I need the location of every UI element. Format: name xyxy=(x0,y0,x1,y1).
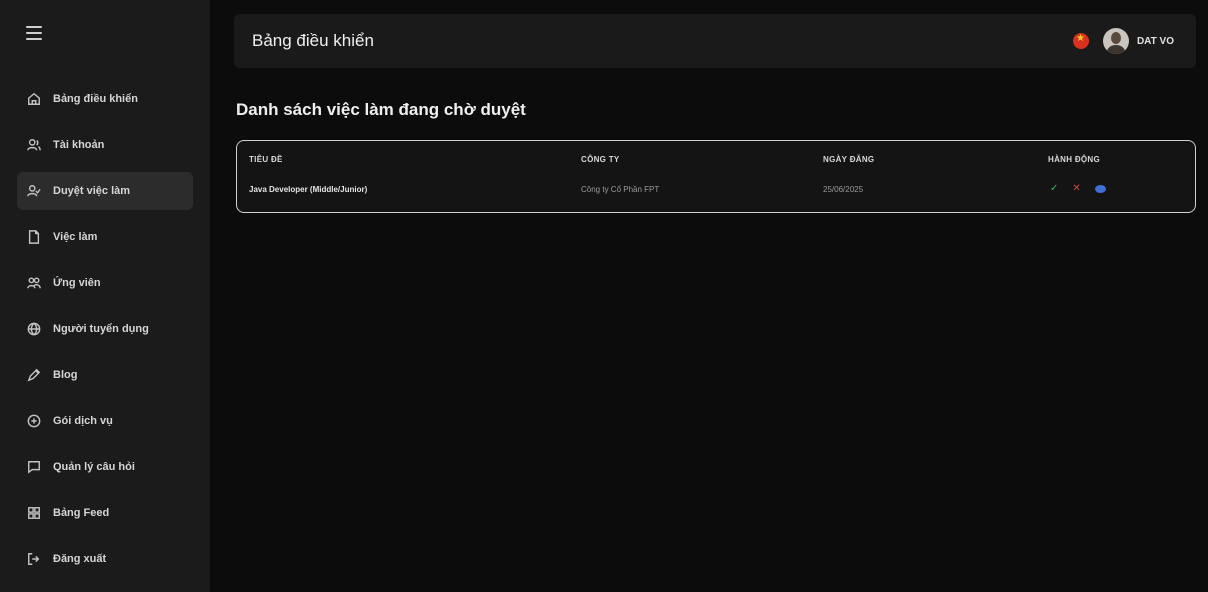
column-header-company: CÔNG TY xyxy=(581,155,620,164)
user-area: DAT VO xyxy=(1072,28,1174,54)
sidebar-item-accounts[interactable]: Tài khoản xyxy=(17,126,193,164)
home-icon xyxy=(27,92,41,106)
column-header-title: TIÊU ĐỀ xyxy=(249,155,283,164)
package-icon xyxy=(27,414,41,428)
username[interactable]: DAT VO xyxy=(1137,36,1174,47)
vietnam-flag-icon[interactable] xyxy=(1072,33,1089,49)
table-row: Java Developer (Middle/Junior) Công ty C… xyxy=(237,180,1195,204)
column-header-date: NGÀY ĐĂNG xyxy=(823,155,875,164)
actions-cell: ✓ ✕ xyxy=(1048,180,1195,204)
sidebar-nav: Bảng điều khiển Tài khoản Duyệt việc làm… xyxy=(0,80,210,578)
job-title-cell: Java Developer (Middle/Junior) xyxy=(249,184,368,194)
view-eye-icon[interactable] xyxy=(1094,185,1106,193)
sidebar-item-questions[interactable]: Quản lý câu hỏi xyxy=(17,448,193,486)
sidebar-item-label: Bảng Feed xyxy=(53,507,110,519)
grid-icon xyxy=(27,506,41,520)
sidebar: Bảng điều khiển Tài khoản Duyệt việc làm… xyxy=(0,0,210,592)
top-bar: Bảng điều khiển DAT VO xyxy=(234,14,1196,68)
sidebar-item-feed[interactable]: Bảng Feed xyxy=(17,494,193,532)
sidebar-item-label: Duyệt việc làm xyxy=(53,185,131,197)
logout-icon xyxy=(27,552,41,566)
sidebar-item-candidates[interactable]: Ứng viên xyxy=(17,264,193,302)
column-header-actions: HÀNH ĐỘNG xyxy=(1048,155,1101,164)
app-shell: Bảng điều khiển Tài khoản Duyệt việc làm… xyxy=(0,0,1208,592)
company-cell: Công ty Cổ Phần FPT xyxy=(581,184,660,194)
users-icon xyxy=(27,138,41,152)
message-icon xyxy=(27,460,41,474)
sidebar-item-dashboard[interactable]: Bảng điều khiển xyxy=(17,80,193,118)
user-group-icon xyxy=(27,276,41,290)
reject-x-icon[interactable]: ✕ xyxy=(1072,184,1080,194)
sidebar-item-label: Ứng viên xyxy=(53,277,101,289)
user-check-icon xyxy=(27,184,41,198)
main-content: Bảng điều khiển DAT VO Danh sách việc là… xyxy=(210,0,1208,592)
date-cell: 25/06/2025 xyxy=(823,184,864,194)
globe-icon xyxy=(27,322,41,336)
sidebar-item-label: Blog xyxy=(53,369,78,381)
sidebar-item-blog[interactable]: Blog xyxy=(17,356,193,394)
sidebar-item-service-packages[interactable]: Gói dịch vụ xyxy=(17,402,193,440)
sidebar-item-recruiters[interactable]: Người tuyển dụng xyxy=(17,310,193,348)
sidebar-item-label: Người tuyển dụng xyxy=(53,323,149,335)
sidebar-item-label: Việc làm xyxy=(53,231,98,243)
pen-icon xyxy=(27,368,41,382)
approve-check-icon[interactable]: ✓ xyxy=(1050,184,1058,194)
sidebar-item-label: Quản lý câu hỏi xyxy=(53,461,135,473)
page-title: Danh sách việc làm đang chờ duyệt xyxy=(236,100,526,119)
avatar[interactable] xyxy=(1102,28,1129,54)
sidebar-item-label: Gói dịch vụ xyxy=(53,415,113,427)
table-header-row: TIÊU ĐỀ CÔNG TY NGÀY ĐĂNG HÀNH ĐỘNG xyxy=(237,151,1195,180)
sidebar-item-job-approval[interactable]: Duyệt việc làm xyxy=(17,172,193,210)
hamburger-menu-icon[interactable] xyxy=(26,26,42,40)
sidebar-item-label: Bảng điều khiển xyxy=(53,93,138,105)
file-icon xyxy=(27,230,41,244)
pending-jobs-table: TIÊU ĐỀ CÔNG TY NGÀY ĐĂNG HÀNH ĐỘNG Java… xyxy=(236,140,1196,213)
sidebar-item-logout[interactable]: Đăng xuất xyxy=(17,540,193,578)
page-header-title: Bảng điều khiển xyxy=(252,31,374,50)
sidebar-item-label: Đăng xuất xyxy=(53,553,107,565)
sidebar-item-jobs[interactable]: Việc làm xyxy=(17,218,193,256)
sidebar-item-label: Tài khoản xyxy=(53,139,105,151)
